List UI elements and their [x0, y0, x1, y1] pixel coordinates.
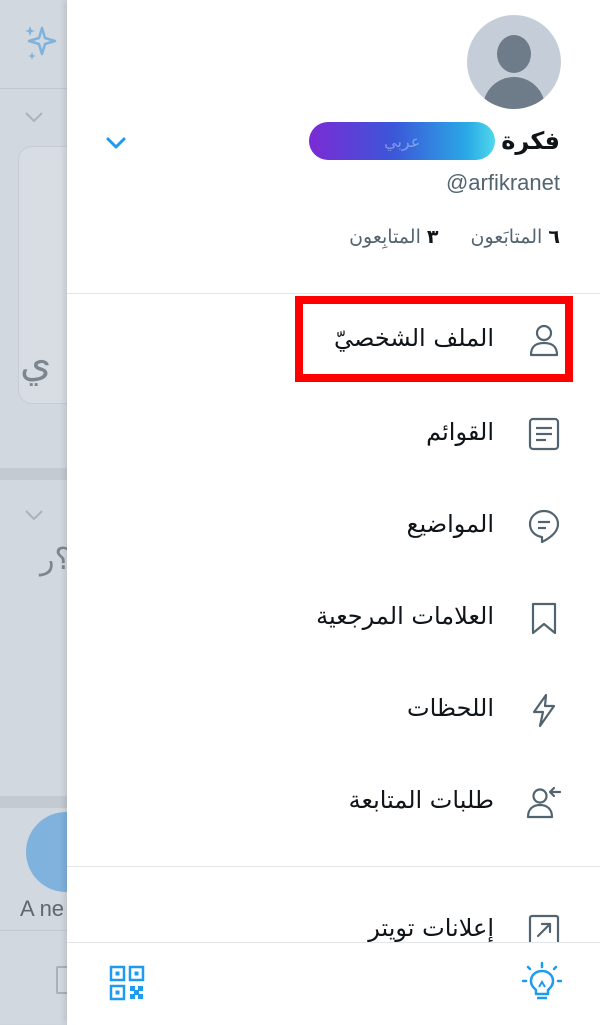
separator — [0, 468, 70, 480]
user-handle: @arfikranet — [445, 170, 560, 195]
display-name-row[interactable]: فكرة عربي — [309, 120, 560, 162]
menu-item-moments[interactable]: اللحظات — [67, 670, 600, 750]
avatar-shoulders — [483, 77, 545, 109]
menu-item-label: طلبات المتابعة — [348, 786, 494, 814]
menu-item-topics[interactable]: المواضيع — [67, 486, 600, 566]
topics-icon — [526, 508, 562, 544]
drawer-bottom-bar — [67, 942, 600, 1025]
menu-item-label: إعلانات تويتر — [368, 914, 494, 942]
followers-stat[interactable]: ٣ المتابِعون — [349, 226, 438, 248]
name-badge: عربي — [309, 122, 496, 160]
display-name: فكرة — [501, 127, 560, 155]
following-label: المتابَعون — [470, 226, 543, 248]
chevron-down-icon — [24, 508, 44, 522]
divider — [67, 293, 600, 294]
menu-item-label: المواضيع — [406, 510, 494, 538]
following-count: ٦ — [548, 226, 560, 248]
menu-item-label: العلامات المرجعية — [316, 602, 494, 630]
menu-item-label: اللحظات — [406, 694, 494, 722]
sparkle-icon — [20, 22, 62, 64]
lightning-icon — [526, 692, 562, 728]
tweet-text-fragment: ؟ر — [40, 542, 71, 577]
tweet-text-fragment: ي — [20, 340, 52, 386]
separator — [0, 796, 70, 808]
highlight-box — [295, 296, 573, 382]
tweet-text-fragment: A ne — [20, 896, 65, 921]
list-icon — [526, 416, 562, 452]
menu-item-follow-requests[interactable]: طلبات المتابعة — [67, 762, 600, 842]
qr-code-icon[interactable] — [109, 965, 145, 1001]
divider — [67, 866, 600, 867]
chevron-down-icon — [24, 110, 44, 124]
menu-item-bookmarks[interactable]: العلامات المرجعية — [67, 578, 600, 658]
following-stat[interactable]: ٦ المتابَعون — [471, 226, 560, 248]
lightbulb-icon[interactable] — [522, 961, 562, 1003]
avatar[interactable] — [467, 15, 561, 109]
followers-label: المتابِعون — [349, 226, 421, 248]
navigation-drawer: فكرة عربي @arfikranet ٦ المتابَعون ٣ الم… — [67, 0, 600, 1025]
menu-item-lists[interactable]: القوائم — [67, 394, 600, 474]
follow-stats: ٦ المتابَعون ٣ المتابِعون — [349, 226, 560, 248]
bookmark-icon — [526, 600, 562, 636]
follow-request-icon — [526, 784, 562, 820]
menu-item-label: القوائم — [426, 418, 494, 446]
followers-count: ٣ — [426, 226, 439, 248]
account-switcher-chevron-icon[interactable] — [103, 130, 129, 156]
avatar-head — [497, 35, 531, 73]
separator — [0, 930, 70, 931]
